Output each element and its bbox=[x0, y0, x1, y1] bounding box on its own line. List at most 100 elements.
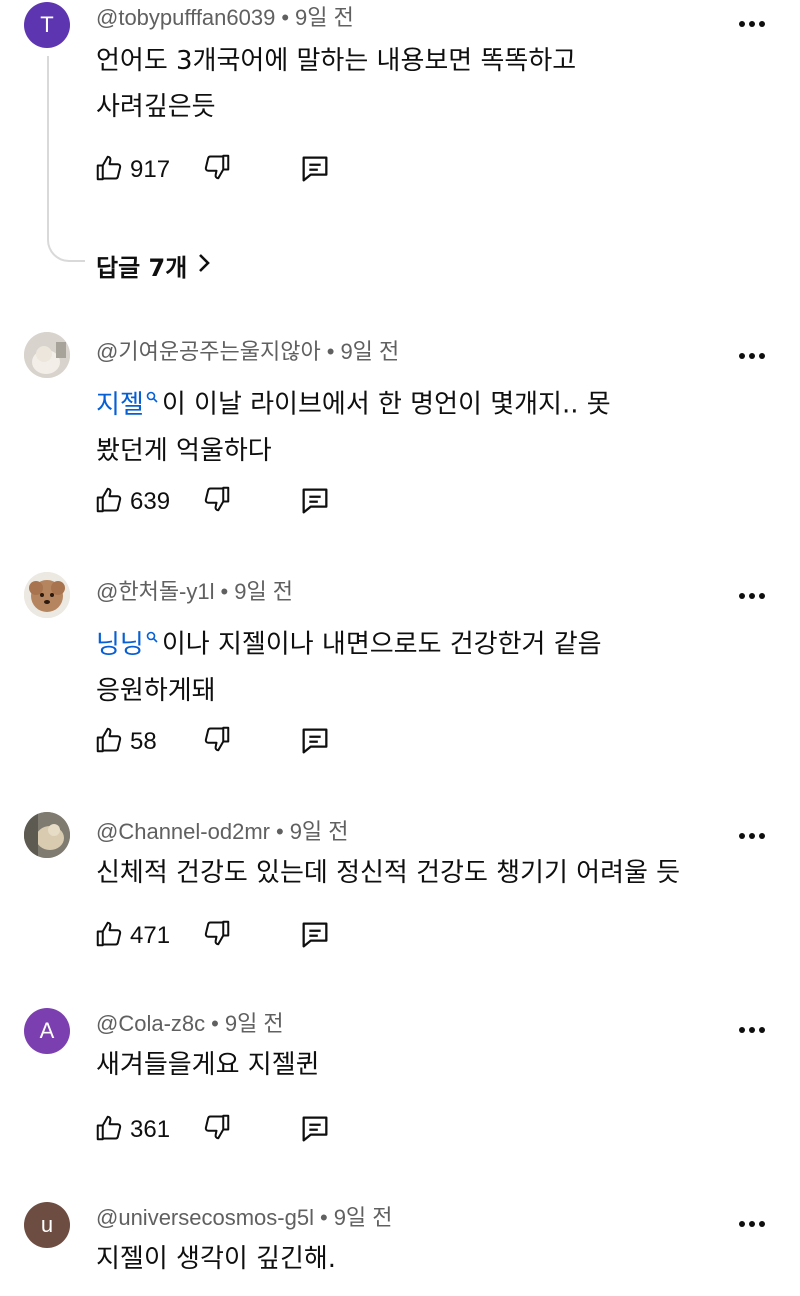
comment-text: 언어도 3개국어에 말하는 내용보면 똑똑하고 사려깊은듯 bbox=[96, 38, 756, 130]
thumbs-up-icon bbox=[94, 1113, 124, 1147]
more-vertical-icon[interactable] bbox=[738, 342, 766, 370]
reply-comment-icon bbox=[298, 922, 332, 956]
reply-button[interactable] bbox=[298, 484, 332, 522]
thumbs-down-icon bbox=[202, 920, 232, 952]
thumbs-up-icon bbox=[94, 485, 124, 519]
comment-text-line: 지젤이 생각이 깊긴해. bbox=[96, 1244, 337, 1274]
comment-author[interactable]: @Channel-od2mr bbox=[96, 819, 270, 844]
like-count: 58 bbox=[130, 728, 157, 755]
search-icon bbox=[146, 372, 158, 418]
comment-actions: 639 bbox=[94, 484, 328, 520]
comment-text: 닝닝 이나 지젤이나 내면으로도 건강한거 같음 응원하게돼 bbox=[96, 612, 756, 714]
reply-comment-icon bbox=[298, 156, 332, 190]
view-replies-button[interactable]: 답글 7개 bbox=[96, 248, 211, 283]
mention-name: 지젤 bbox=[96, 389, 144, 420]
thumbs-up-icon bbox=[94, 153, 124, 187]
dislike-button[interactable] bbox=[202, 918, 232, 952]
comment-author[interactable]: @Cola-z8c bbox=[96, 1011, 205, 1036]
comment-text: 지젤 이 이날 라이브에서 한 명언이 몇개지.. 못 봤던게 억울하다 bbox=[96, 372, 756, 474]
dislike-button[interactable] bbox=[202, 724, 232, 758]
comment-author[interactable]: @tobypufffan6039 bbox=[96, 5, 275, 30]
like-count: 361 bbox=[130, 1116, 171, 1143]
avatar[interactable]: A bbox=[24, 1008, 70, 1054]
replies-label: 답글 7개 bbox=[96, 254, 188, 282]
mention-link[interactable]: 지젤 bbox=[96, 390, 162, 420]
like-button[interactable]: 471 bbox=[94, 919, 170, 953]
thumbs-down-icon bbox=[202, 726, 232, 758]
reply-comment-icon bbox=[298, 728, 332, 762]
comment-text: 지젤이 생각이 깊긴해. bbox=[96, 1236, 756, 1282]
avatar[interactable] bbox=[24, 332, 70, 378]
more-vertical-icon[interactable] bbox=[738, 1016, 766, 1044]
comment-text-line: 새겨들을게요 지젤퀸 bbox=[96, 1050, 320, 1080]
like-count: 639 bbox=[130, 488, 171, 515]
more-vertical-icon[interactable] bbox=[738, 582, 766, 610]
like-button[interactable]: 58 bbox=[94, 725, 157, 759]
comment-meta: @기여운공주는울지않아 • 9일 전 bbox=[96, 338, 399, 366]
more-vertical-icon[interactable] bbox=[738, 10, 766, 38]
search-icon bbox=[146, 612, 158, 658]
thread-connector bbox=[47, 56, 85, 262]
meta-separator: • bbox=[211, 1011, 219, 1036]
comment-time: 9일 전 bbox=[295, 5, 354, 30]
comment-text-line: 신체적 건강도 있는데 정신적 건강도 챙기기 어려울 듯 bbox=[96, 858, 681, 888]
comment-actions: 471 bbox=[94, 918, 328, 954]
comment-meta: @한처돌-y1l • 9일 전 bbox=[96, 578, 293, 606]
comment-time: 9일 전 bbox=[289, 819, 349, 844]
comment-text-rest: 이나 지젤이나 내면으로도 건강한거 같음 bbox=[161, 629, 602, 660]
meta-separator: • bbox=[319, 1205, 328, 1230]
avatar[interactable] bbox=[24, 812, 70, 858]
meta-separator: • bbox=[220, 579, 229, 604]
like-button[interactable]: 917 bbox=[94, 153, 170, 187]
comment-time: 9일 전 bbox=[224, 1011, 284, 1036]
thumbs-down-icon bbox=[202, 486, 232, 518]
comment-meta: @universecosmos-g5l • 9일 전 bbox=[96, 1204, 393, 1232]
meta-separator: • bbox=[281, 5, 290, 30]
like-count: 917 bbox=[130, 156, 171, 183]
comment-meta: @Cola-z8c • 9일 전 bbox=[96, 1010, 284, 1038]
thumbs-down-icon bbox=[202, 154, 232, 186]
dislike-button[interactable] bbox=[202, 152, 232, 186]
more-vertical-icon[interactable] bbox=[738, 822, 766, 850]
comment-meta: @tobypufffan6039 • 9일 전 bbox=[96, 4, 354, 32]
avatar[interactable]: T bbox=[24, 2, 70, 48]
comment-text-line: 지젤 이 이날 라이브에서 한 명언이 몇개지.. 못 bbox=[96, 372, 756, 428]
meta-separator: • bbox=[275, 819, 284, 844]
comment-text: 새겨들을게요 지젤퀸 bbox=[96, 1042, 756, 1088]
reply-comment-icon bbox=[298, 488, 332, 522]
dislike-button[interactable] bbox=[202, 1112, 232, 1146]
reply-button[interactable] bbox=[298, 918, 332, 956]
comment-author[interactable]: @한처돌-y1l bbox=[96, 579, 215, 604]
comment-text-line: 봤던게 억울하다 bbox=[96, 435, 272, 466]
reply-button[interactable] bbox=[298, 1112, 332, 1150]
like-button[interactable]: 639 bbox=[94, 485, 170, 519]
comment-text-line: 언어도 3개국어에 말하는 내용보면 똑똑하고 bbox=[96, 46, 577, 76]
meta-separator: • bbox=[326, 339, 335, 364]
comment-text-rest: 이 이날 라이브에서 한 명언이 몇개지.. 못 bbox=[161, 389, 611, 420]
comment-text-line: 응원하게돼 bbox=[96, 675, 216, 706]
reply-button[interactable] bbox=[298, 724, 332, 762]
more-vertical-icon[interactable] bbox=[738, 1210, 766, 1238]
reply-comment-icon bbox=[298, 1116, 332, 1150]
comment-actions: 917 bbox=[94, 152, 328, 188]
comment-author[interactable]: @기여운공주는울지않아 bbox=[96, 339, 321, 364]
comment-text: 신체적 건강도 있는데 정신적 건강도 챙기기 어려울 듯 bbox=[96, 850, 756, 896]
thumbs-down-icon bbox=[202, 1114, 232, 1146]
comment-meta: @Channel-od2mr • 9일 전 bbox=[96, 818, 349, 846]
comment-actions: 58 bbox=[94, 724, 328, 760]
like-button[interactable]: 361 bbox=[94, 1113, 170, 1147]
avatar[interactable] bbox=[24, 572, 70, 618]
comment-time: 9일 전 bbox=[234, 579, 294, 604]
reply-button[interactable] bbox=[298, 152, 332, 190]
mention-name: 닝닝 bbox=[96, 629, 144, 660]
dislike-button[interactable] bbox=[202, 484, 232, 518]
chevron-right-icon bbox=[187, 252, 211, 280]
comment-author[interactable]: @universecosmos-g5l bbox=[96, 1205, 314, 1230]
avatar[interactable]: u bbox=[24, 1202, 70, 1248]
thumbs-up-icon bbox=[94, 919, 124, 953]
comment-time: 9일 전 bbox=[340, 339, 400, 364]
mention-link[interactable]: 닝닝 bbox=[96, 630, 162, 660]
like-count: 471 bbox=[130, 922, 171, 949]
thumbs-up-icon bbox=[94, 725, 124, 759]
comment-actions: 361 bbox=[94, 1112, 328, 1148]
